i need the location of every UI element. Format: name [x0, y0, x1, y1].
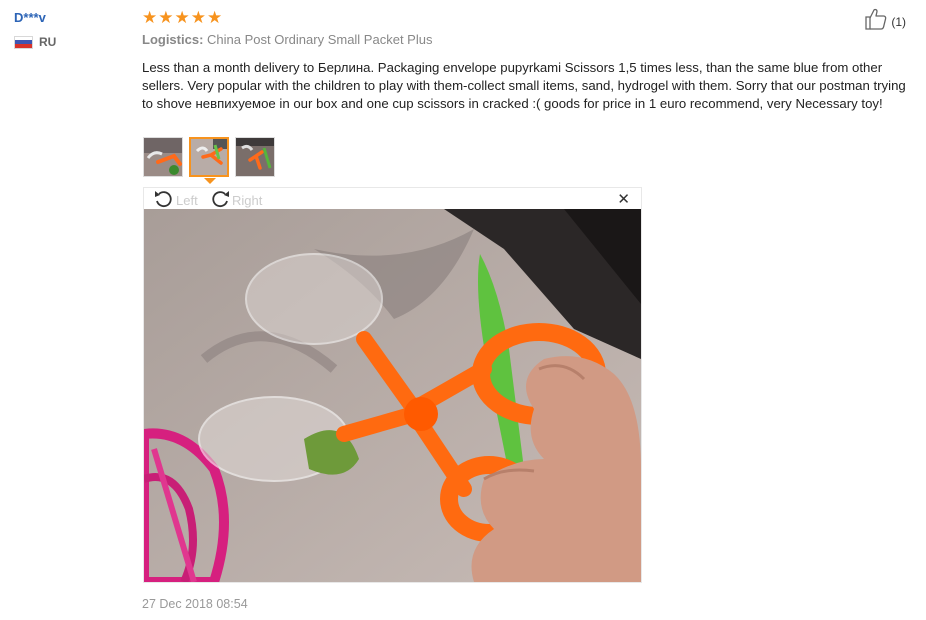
- thumbs-up-icon[interactable]: [864, 8, 888, 35]
- star-icon: ★: [174, 7, 190, 27]
- star-icon: ★: [207, 7, 223, 27]
- thumbnail-photo-3[interactable]: [235, 137, 275, 177]
- star-rating: ★ ★ ★ ★ ★: [142, 8, 912, 26]
- close-icon[interactable]: ✕: [617, 190, 630, 208]
- review-text: Less than a month delivery to Берлина. P…: [142, 60, 906, 111]
- reviewer-name[interactable]: D***v: [14, 10, 124, 25]
- russia-flag-icon: [14, 35, 33, 49]
- logistics-line: Logistics: China Post Ordinary Small Pac…: [142, 32, 912, 47]
- helpful-count: (1): [891, 14, 906, 29]
- star-icon: ★: [190, 7, 206, 27]
- helpful-button[interactable]: (1): [864, 8, 906, 35]
- rotate-right-label[interactable]: Right: [232, 193, 262, 208]
- rotate-left-label[interactable]: Left: [176, 193, 198, 208]
- review-body: ★ ★ ★ ★ ★ Logistics: China Post Ordinary…: [142, 8, 912, 113]
- viewer-toolbar: Left Right ✕: [144, 188, 641, 209]
- thumbnail-photo-1[interactable]: [143, 137, 183, 177]
- review-date: 27 Dec 2018 08:54: [142, 597, 248, 611]
- logistics-label: Logistics:: [142, 32, 204, 47]
- active-thumbnail-pointer: [204, 178, 216, 184]
- reviewer-country: RU: [14, 35, 124, 49]
- star-icon: ★: [142, 7, 158, 27]
- thumbnail-photo-2[interactable]: [189, 137, 229, 177]
- logistics-value: China Post Ordinary Small Packet Plus: [207, 32, 433, 47]
- country-code: RU: [39, 35, 57, 49]
- photo-viewer: Left Right ✕: [143, 187, 642, 583]
- star-icon: ★: [158, 7, 174, 27]
- review-photo: [144, 209, 641, 582]
- photo-thumbnails: [143, 137, 275, 177]
- reviewer-info: D***v RU: [14, 8, 124, 49]
